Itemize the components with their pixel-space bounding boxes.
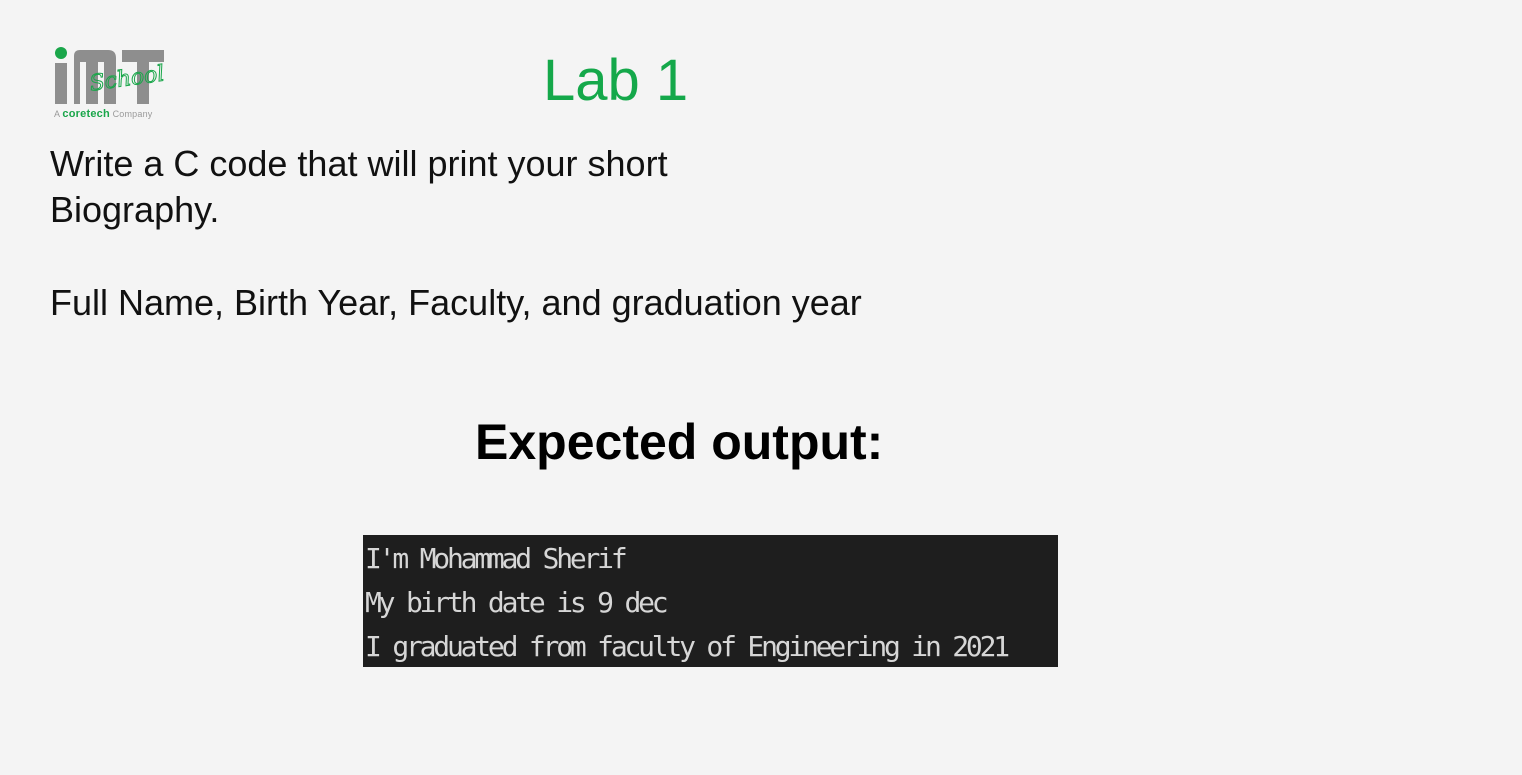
tagline-suffix: Company [112,109,153,119]
expected-output-heading: Expected output: [475,414,884,470]
console-line: I'm Mohammad Sherif [365,542,628,575]
page-title: Lab 1 [543,48,689,113]
task-description: Write a C code that will print your shor… [50,143,668,230]
console-output-screenshot: I'm Mohammad Sherif My birth date is 9 d… [363,535,1058,667]
company-logo: School A coretech Company [50,44,170,124]
task-requirements: Full Name, Birth Year, Faculty, and grad… [50,282,862,323]
tagline-brand: coretech [62,108,110,120]
imt-logo-icon: School [55,47,166,104]
svg-text:School: School [88,61,166,96]
console-line: I graduated from faculty of Engineering … [365,630,1010,663]
tagline-prefix: A [54,109,60,119]
logo-tagline: A coretech Company [54,108,153,120]
console-line: My birth date is 9 dec [365,586,669,619]
